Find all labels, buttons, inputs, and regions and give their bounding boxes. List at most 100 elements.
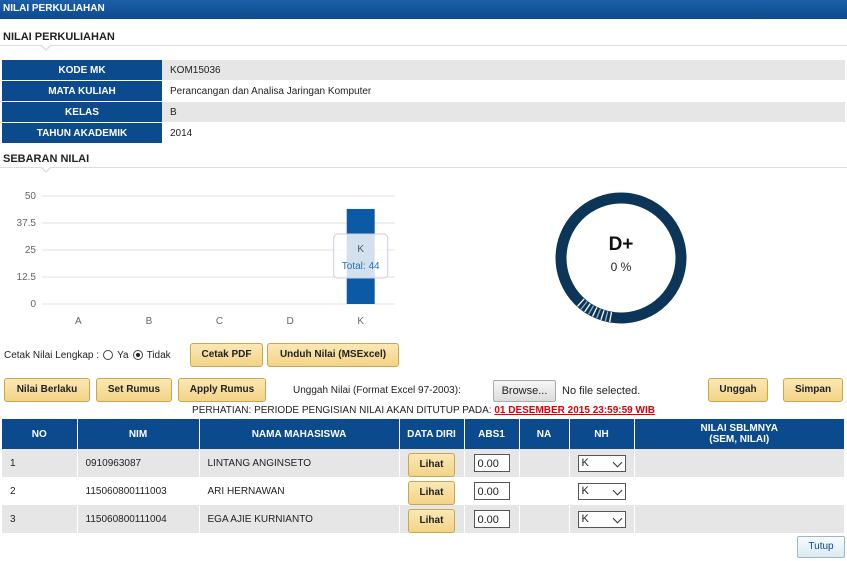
table-row: 3 115060800111004 EGA AJIE KURNIANTO Lih… [2, 505, 845, 533]
cell-data-diri: Lihat [399, 449, 465, 477]
print-options-row: Cetak Nilai Lengkap : Ya Tidak [4, 343, 171, 367]
cetak-pdf-button[interactable]: Cetak PDF [190, 343, 263, 367]
info-value: KOM15036 [162, 60, 845, 81]
browse-button[interactable]: Browse... [493, 380, 556, 402]
info-value: 2014 [162, 122, 845, 144]
col-header-nama: NAMA MAHASISWA [199, 419, 400, 449]
cell-abs1: 0.00 [464, 449, 520, 477]
set-rumus-button[interactable]: Set Rumus [96, 378, 172, 402]
info-label: KELAS [2, 101, 162, 123]
lihat-button[interactable]: Lihat [408, 509, 455, 533]
radio-ya[interactable] [103, 350, 114, 360]
y-tick-label: 0 [30, 299, 36, 310]
col-header-nilai-sblm: NILAI SBLMNYA (SEM, NILAI) [634, 419, 845, 449]
tutup-button[interactable]: Tutup [797, 536, 845, 558]
y-tick-label: 50 [25, 191, 37, 202]
col-header-nilai-sblm-line1: NILAI SBLMNYA [700, 423, 778, 434]
window-title: NILAI PERKULIAHAN [3, 3, 105, 14]
course-info-table: KODE MK KOM15036 MATA KULIAH Perancangan… [2, 60, 845, 144]
grade-distribution-chart: 0 12.5 25 37.5 50 A B C D K K Total: 44 [17, 191, 395, 327]
tooltip-total: Total: 44 [342, 261, 380, 272]
cell-na [519, 477, 570, 505]
cell-no: 1 [2, 449, 78, 477]
x-tick-label: D [286, 316, 293, 327]
nh-select-value: K [581, 484, 589, 497]
nh-select-value: K [581, 456, 589, 469]
unduh-excel-button[interactable]: Unduh Nilai (MSExcel) [267, 343, 399, 367]
deadline-warning: PERHATIAN: PERIODE PENGISIAN NILAI AKAN … [0, 405, 847, 416]
donut-percent: 0 % [611, 260, 632, 274]
col-header-no: NO [2, 419, 78, 449]
info-row: KODE MK KOM15036 [2, 60, 845, 81]
y-tick-label: 25 [25, 245, 37, 256]
tooltip-category: K [357, 244, 364, 255]
cell-nama: LINTANG ANGINSETO [199, 449, 400, 477]
cell-no: 2 [2, 477, 78, 505]
warning-date: 01 DESEMBER 2015 23:59:59 WIB [494, 405, 655, 416]
nh-select-value: K [581, 512, 589, 525]
donut-grade: D+ [609, 234, 634, 255]
cell-na [519, 505, 570, 533]
abs1-input[interactable]: 0.00 [473, 510, 510, 528]
cell-nh: K [569, 449, 635, 477]
cell-no: 3 [2, 505, 78, 533]
apply-rumus-button[interactable]: Apply Rumus [178, 378, 266, 402]
cell-abs1: 0.00 [464, 477, 520, 505]
nh-select[interactable]: K [577, 482, 626, 500]
nilai-berlaku-button[interactable]: Nilai Berlaku [4, 378, 90, 402]
info-label: TAHUN AKADEMIK [2, 122, 162, 144]
chevron-down-icon [612, 485, 622, 495]
cell-nama: ARI HERNAWAN [199, 477, 400, 505]
cell-nilai-sblm [634, 505, 845, 533]
x-tick-label: C [216, 316, 223, 327]
y-tick-label: 12.5 [17, 272, 37, 283]
section-notch [40, 44, 52, 51]
lihat-button[interactable]: Lihat [408, 453, 455, 477]
radio-tidak[interactable] [132, 350, 143, 360]
col-header-abs1: ABS1 [464, 419, 520, 449]
chevron-down-icon [612, 513, 622, 523]
print-options-label: Cetak Nilai Lengkap : [4, 349, 100, 361]
cell-nama: EGA AJIE KURNIANTO [199, 505, 400, 533]
cell-data-diri: Lihat [399, 477, 465, 505]
section-divider [0, 167, 847, 168]
cell-abs1: 0.00 [464, 505, 520, 533]
col-header-nh: NH [569, 419, 635, 449]
radio-ya-label: Ya [117, 349, 129, 361]
warning-text: PERHATIAN: PERIODE PENGISIAN NILAI AKAN … [192, 405, 492, 416]
info-row: TAHUN AKADEMIK 2014 [2, 122, 845, 144]
table-header-row: NO NIM NAMA MAHASISWA DATA DIRI ABS1 NA … [2, 419, 845, 449]
section-divider [0, 45, 847, 46]
abs1-input[interactable]: 0.00 [473, 454, 510, 472]
x-tick-label: A [75, 316, 82, 327]
nh-select[interactable]: K [577, 454, 626, 472]
y-tick-label: 37.5 [17, 218, 37, 229]
info-value: B [162, 101, 845, 123]
table-row: 1 0910963087 LINTANG ANGINSETO Lihat 0.0… [2, 449, 845, 477]
section-notch [40, 166, 52, 173]
cell-nim: 115060800111004 [77, 505, 200, 533]
chart-tooltip: K Total: 44 [333, 233, 389, 279]
chevron-down-icon [612, 457, 622, 467]
simpan-button[interactable]: Simpan [783, 378, 843, 402]
file-status: No file selected. [562, 385, 641, 397]
nh-select[interactable]: K [577, 510, 626, 528]
cell-na [519, 449, 570, 477]
cell-nh: K [569, 477, 635, 505]
grade-donut-chart: D+ 0 % [555, 192, 687, 324]
col-header-data-diri: DATA DIRI [399, 419, 465, 449]
student-grades-table: NO NIM NAMA MAHASISWA DATA DIRI ABS1 NA … [2, 419, 845, 533]
donut-ring [555, 192, 687, 324]
cell-nh: K [569, 505, 635, 533]
abs1-input[interactable]: 0.00 [473, 482, 510, 500]
cell-data-diri: Lihat [399, 505, 465, 533]
cell-nilai-sblm [634, 449, 845, 477]
cell-nim: 115060800111003 [77, 477, 200, 505]
radio-tidak-label: Tidak [146, 349, 171, 361]
info-row: KELAS B [2, 101, 845, 123]
info-row: MATA KULIAH Perancangan dan Analisa Jari… [2, 80, 845, 102]
col-header-na: NA [519, 419, 570, 449]
lihat-button[interactable]: Lihat [408, 481, 455, 505]
unggah-button[interactable]: Unggah [708, 378, 768, 402]
cell-nim: 0910963087 [77, 449, 200, 477]
